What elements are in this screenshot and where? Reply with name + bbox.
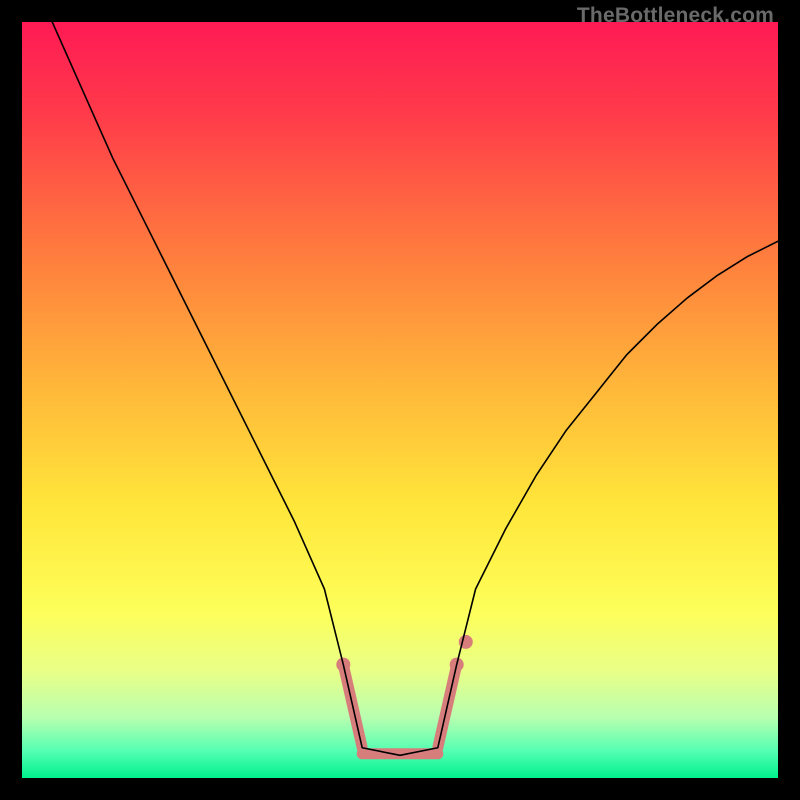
plot-area (22, 22, 778, 778)
watermark-text: TheBottleneck.com (577, 4, 774, 28)
chart-svg (22, 22, 778, 778)
gradient-background (22, 22, 778, 778)
outer-frame: TheBottleneck.com (0, 0, 800, 800)
